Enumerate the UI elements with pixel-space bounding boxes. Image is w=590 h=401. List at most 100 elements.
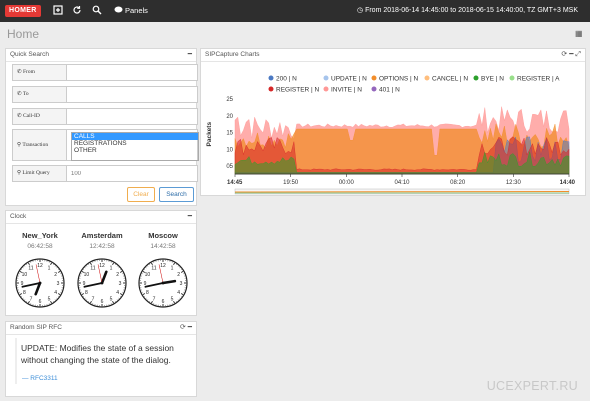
clock-numeral: 8: [85, 290, 88, 296]
clock-numeral: 1: [48, 265, 51, 271]
homer-logo[interactable]: HOMER: [5, 5, 41, 17]
clock-numeral: 10: [84, 272, 90, 278]
transaction-option-calls[interactable]: CALLS: [72, 133, 198, 140]
limit-query-input[interactable]: [68, 167, 196, 180]
minimize-icon[interactable]: ━: [188, 211, 192, 223]
clock-numeral: 8: [146, 290, 149, 296]
to-label: ✆ To: [13, 87, 67, 102]
legend-dot: [323, 86, 329, 92]
rfc-link[interactable]: — RFC3311: [22, 375, 58, 382]
from-input[interactable]: [68, 66, 196, 79]
clock-numeral: 2: [177, 272, 180, 278]
y-tick-label: 20: [226, 114, 233, 120]
refresh-minimize-icons[interactable]: ⟳ ━: [180, 322, 192, 334]
legend-dot: [371, 75, 377, 81]
clock-numeral: 3: [57, 281, 60, 287]
callid-field[interactable]: ✆ Call-ID: [12, 108, 198, 125]
to-field[interactable]: ✆ To: [12, 86, 198, 103]
sipcapture-charts-panel: SIPCapture Charts ⟳ ━ ⤢ 200 | N UPDATE | …: [200, 48, 586, 196]
legend-label: 200 | N: [276, 75, 297, 82]
transaction-option-other[interactable]: OTHER: [72, 147, 198, 154]
analog-clock-face: 1234567891011 12: [77, 258, 127, 308]
charts-title: SIPCapture Charts: [205, 51, 260, 58]
panels-menu[interactable]: Panels: [125, 5, 148, 17]
clock-numeral: 7: [153, 297, 156, 303]
clock-city-moscow: Moscow 14:42:58: [140, 231, 186, 250]
clock-numeral: 4: [116, 290, 119, 296]
x-tick-label: 12:30: [506, 180, 522, 186]
chart-legend: 200 | N UPDATE | N OPTIONS | N CANCEL | N BY…: [268, 75, 560, 93]
city-name: New_York: [22, 231, 58, 240]
limit-query-field[interactable]: ⚲ Limit Query: [12, 165, 198, 182]
clock-title: Clock: [10, 213, 27, 220]
random-rfc-panel: Random SIP RFC ⟳ ━ UPDATE: Modifies the …: [5, 321, 197, 397]
callid-label: ✆ Call-ID: [13, 109, 67, 124]
quick-search-panel: Quick Search ━ ✆ From ✆ To ✆ Call-ID ⚲ T…: [5, 48, 199, 206]
from-label: ✆ From: [13, 65, 67, 80]
x-tick-label: 14:40: [560, 180, 576, 186]
refresh-icon[interactable]: [71, 5, 83, 17]
clock-numeral: 11: [28, 265, 33, 271]
clock-numeral: 11: [151, 265, 156, 271]
to-input[interactable]: [68, 88, 196, 101]
search-button[interactable]: Search: [159, 187, 194, 202]
top-navbar: HOMER Panels ◷ From 2018-06-14 14:45:00 …: [0, 0, 590, 22]
legend-dot: [424, 75, 430, 81]
clock-numeral: 10: [145, 272, 151, 278]
clock-city-amsterdam: Amsterdam 12:42:58: [79, 231, 125, 250]
clock-numeral: 5: [48, 297, 51, 303]
clock-icon: ◷: [357, 7, 366, 14]
callid-input[interactable]: [68, 110, 196, 123]
clear-button[interactable]: Clear: [127, 187, 155, 202]
legend-label: INVITE | N: [331, 86, 362, 93]
panel-add-icon[interactable]: [52, 5, 64, 17]
clock-numeral: 12: [160, 263, 166, 269]
analog-clocks: 1234567891011 12 1234567891011 12 1234567891…: [15, 258, 188, 308]
from-field[interactable]: ✆ From: [12, 64, 198, 81]
search-icon[interactable]: [91, 5, 103, 17]
panels-icon[interactable]: [113, 5, 123, 17]
legend-dot: [323, 75, 329, 81]
legend-label: CANCEL | N: [432, 75, 468, 82]
legend-label: 401 | N: [379, 86, 400, 93]
sipcapture-chart[interactable]: 200 | N UPDATE | N OPTIONS | N CANCEL | N BY…: [201, 62, 585, 196]
quote-bar: [15, 338, 17, 384]
legend-label: REGISTER | N: [276, 86, 320, 93]
clock-numeral: 1: [171, 265, 174, 271]
legend-dot: [509, 75, 515, 81]
limit-label: ⚲ Limit Query: [13, 166, 67, 181]
charts-header: SIPCapture Charts ⟳ ━ ⤢: [201, 49, 585, 62]
clock-numeral: 8: [23, 290, 26, 296]
clock-numeral: 4: [54, 290, 57, 296]
clock-numeral: 3: [180, 281, 183, 287]
chart-tools-icons[interactable]: ⟳ ━ ⤢: [561, 49, 581, 61]
clock-hub: [100, 281, 104, 285]
y-tick-label: 10: [226, 147, 233, 153]
grid-layout-icon[interactable]: ▦: [575, 29, 583, 38]
clock-numeral: 4: [177, 290, 180, 296]
x-tick-label: 00:00: [339, 180, 355, 186]
time-range-selector[interactable]: ◷ From 2018-06-14 14:45:00 to 2018-06-15…: [357, 5, 578, 17]
analog-clock-face: 1234567891011 12: [15, 258, 65, 308]
city-name: Amsterdam: [81, 231, 123, 240]
rfc-title: Random SIP RFC: [10, 324, 62, 331]
page-title: Home: [7, 27, 40, 41]
chart-navigator: [234, 188, 570, 195]
transaction-listbox[interactable]: CALLS REGISTRATIONS OTHER: [71, 132, 199, 161]
navigator-series: [234, 191, 570, 193]
transaction-field: ⚲ Transaction CALLS REGISTRATIONS OTHER: [12, 129, 199, 161]
clock-hub: [38, 281, 42, 285]
clock-numeral: 7: [30, 297, 33, 303]
transaction-option-registrations[interactable]: REGISTRATIONS: [72, 140, 198, 147]
x-tick-label: 08:20: [450, 180, 466, 186]
legend-dot: [371, 86, 377, 92]
quick-search-title: Quick Search: [10, 51, 50, 58]
x-tick-label: 19:50: [283, 180, 299, 186]
rfc-header: Random SIP RFC ⟳ ━: [6, 322, 196, 335]
legend-dot: [473, 75, 479, 81]
clock-city-newyork: New_York 06:42:58: [17, 231, 63, 250]
minimize-icon[interactable]: ━: [188, 49, 192, 61]
y-axis-label: Packets: [206, 122, 213, 147]
clock-numeral: 11: [90, 265, 95, 271]
x-tick-label: 04:10: [394, 180, 410, 186]
